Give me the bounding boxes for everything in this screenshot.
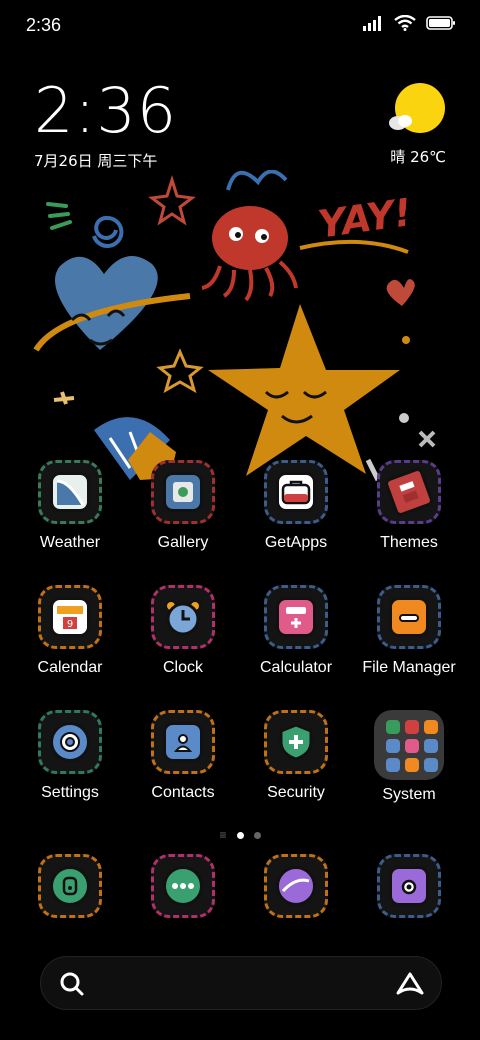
weather-widget[interactable]: 晴 26℃ <box>366 82 446 172</box>
svg-text:YAY!: YAY! <box>315 190 414 247</box>
folder-mini-icon <box>405 739 419 753</box>
app-weather[interactable]: Weather <box>14 460 126 570</box>
app-label: Calendar <box>37 659 103 676</box>
getapps-icon <box>276 472 316 512</box>
weather-app-tile[interactable] <box>38 460 102 524</box>
search-icon[interactable] <box>59 971 85 997</box>
themes-app-tile[interactable] <box>377 460 441 524</box>
messages-app-tile[interactable] <box>151 854 215 918</box>
status-icons <box>362 15 456 31</box>
app-label: System <box>382 786 436 803</box>
status-bar: 2:36 <box>0 0 480 50</box>
folder-mini-icon <box>405 720 419 734</box>
security-app-tile[interactable] <box>264 710 328 774</box>
status-time: 2:36 <box>26 15 62 35</box>
dock-camera[interactable] <box>369 854 449 934</box>
app-themes[interactable]: Themes <box>353 460 465 570</box>
page-dot-active[interactable] <box>236 831 244 839</box>
app-label: File Manager <box>362 659 456 676</box>
browser-icon <box>276 866 316 906</box>
clock-icon <box>163 597 203 637</box>
app-label: Calculator <box>259 659 333 676</box>
system-folder-icon[interactable] <box>374 710 444 780</box>
clock-time: 2:36 <box>34 74 178 147</box>
app-label: Settings <box>41 784 99 801</box>
folder-mini-icon <box>424 720 438 734</box>
app-vault-icon[interactable] <box>395 971 425 997</box>
calculator-icon <box>276 597 316 637</box>
folder-mini-icon <box>405 758 419 772</box>
contacts-app-tile[interactable] <box>151 710 215 774</box>
page-indicator[interactable]: ≡ <box>0 828 480 842</box>
page-dot[interactable] <box>253 831 261 839</box>
app-contacts[interactable]: Contacts <box>127 710 239 820</box>
page-list-icon[interactable]: ≡ <box>219 828 226 842</box>
app-label: Themes <box>380 534 438 551</box>
phone-icon <box>50 866 90 906</box>
folder-mini-icon <box>424 758 438 772</box>
app-label: GetApps <box>264 534 328 551</box>
app-gallery[interactable]: Gallery <box>127 460 239 570</box>
file-manager-app-tile[interactable] <box>377 585 441 649</box>
app-clock[interactable]: Clock <box>127 585 239 695</box>
folder-system[interactable]: System <box>353 710 465 820</box>
dock-messages[interactable] <box>143 854 223 934</box>
app-label: Security <box>267 784 325 801</box>
folder-mini-icon <box>386 739 400 753</box>
app-label: Contacts <box>151 784 215 801</box>
phone-app-tile[interactable] <box>38 854 102 918</box>
app-label: Clock <box>162 659 203 676</box>
settings-icon <box>50 722 90 762</box>
wallpaper-doodles: YAY! <box>33 170 436 482</box>
search-bar[interactable] <box>40 956 442 1010</box>
folder-mini-icon <box>386 758 400 772</box>
signal-icon <box>363 16 381 31</box>
calculator-app-tile[interactable] <box>264 585 328 649</box>
app-label: Weather <box>39 534 101 551</box>
folder-mini-icon <box>386 720 400 734</box>
browser-app-tile[interactable] <box>264 854 328 918</box>
app-calculator[interactable]: Calculator <box>240 585 352 695</box>
calendar-icon: 9 <box>50 597 90 637</box>
security-icon <box>276 722 316 762</box>
battery-icon <box>426 16 455 30</box>
clock-date: 7月26日 周三下午 <box>34 152 158 170</box>
dock-browser[interactable] <box>256 854 336 934</box>
calendar-app-tile[interactable]: 9 <box>38 585 102 649</box>
weather-icon <box>50 472 90 512</box>
wifi-icon <box>394 15 416 31</box>
clock-widget[interactable]: 2:36 7月26日 周三下午 <box>34 78 274 178</box>
clock-app-tile[interactable] <box>151 585 215 649</box>
contacts-icon <box>163 722 203 762</box>
weather-text: 晴 26℃ <box>390 148 446 166</box>
camera-icon <box>389 866 429 906</box>
gallery-app-tile[interactable] <box>151 460 215 524</box>
settings-app-tile[interactable] <box>38 710 102 774</box>
folder-mini-icon <box>424 739 438 753</box>
getapps-app-tile[interactable] <box>264 460 328 524</box>
sunny-weather-icon <box>389 83 445 133</box>
app-getapps[interactable]: GetApps <box>240 460 352 570</box>
messages-icon <box>163 866 203 906</box>
file-manager-icon <box>389 597 429 637</box>
gallery-icon <box>163 472 203 512</box>
svg-text:9: 9 <box>67 619 73 630</box>
app-calendar[interactable]: 9 Calendar <box>14 585 126 695</box>
app-security[interactable]: Security <box>240 710 352 820</box>
app-file-manager[interactable]: File Manager <box>353 585 465 695</box>
app-settings[interactable]: Settings <box>14 710 126 820</box>
app-label: Gallery <box>157 534 209 551</box>
dock-phone[interactable] <box>30 854 110 934</box>
camera-app-tile[interactable] <box>377 854 441 918</box>
